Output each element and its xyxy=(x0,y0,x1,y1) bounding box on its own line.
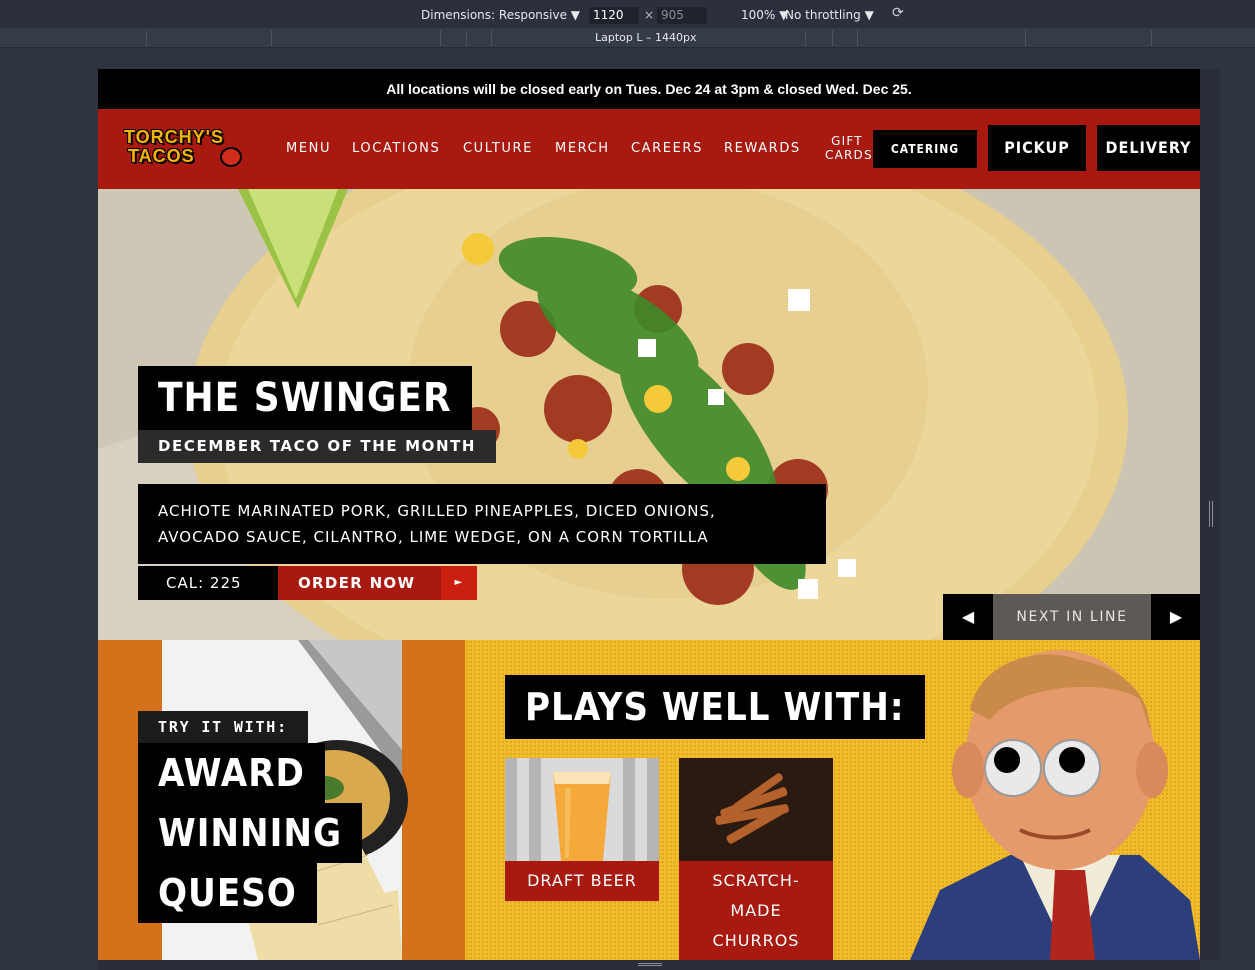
prev-slide-button[interactable]: ◀ xyxy=(943,594,993,640)
queso-title-line-2: WINNING xyxy=(138,803,363,863)
next-in-line-button[interactable]: NEXT IN LINE xyxy=(993,594,1151,640)
media-query-bar[interactable]: Laptop L – 1440px xyxy=(0,28,1255,48)
devil-icon xyxy=(220,147,242,167)
beer-photo xyxy=(505,758,659,861)
order-now-button[interactable]: ORDER NOW ► xyxy=(278,566,477,600)
nav-menu[interactable]: MENU xyxy=(286,141,331,156)
nav-careers[interactable]: CAREERS xyxy=(631,141,703,156)
play-arrow-icon: ► xyxy=(441,566,477,600)
churros-photo xyxy=(679,758,833,861)
hero-title: THE SWINGER xyxy=(138,366,472,430)
throttling-dropdown[interactable]: No throttling ▼ xyxy=(785,8,874,22)
dimension-separator: × xyxy=(644,8,655,22)
device-label: Laptop L – 1440px xyxy=(595,31,697,44)
googly-eyed-man-illustration xyxy=(910,650,1200,960)
height-input[interactable]: 905 xyxy=(657,7,707,24)
churros-caption-line-1: SCRATCH- xyxy=(712,871,800,890)
dimensions-dropdown[interactable]: Dimensions: Responsive ▼ xyxy=(421,8,580,22)
devtools-toolbar: Dimensions: Responsive ▼ 1120 × 905 100%… xyxy=(0,0,1255,28)
pickup-button[interactable]: PICKUP xyxy=(988,125,1086,171)
plays-well-panel: PLAYS WELL WITH: DRAFT BEER SCRATCH- MAD… xyxy=(465,640,1200,960)
rotate-icon[interactable]: ⟳ xyxy=(892,5,904,21)
delivery-button[interactable]: DELIVERY xyxy=(1097,125,1200,171)
zoom-dropdown[interactable]: 100% ▼ xyxy=(741,8,788,22)
width-input[interactable]: 1120 xyxy=(589,7,639,24)
order-now-label: ORDER NOW xyxy=(298,574,416,592)
hero-slide: THE SWINGER DECEMBER TACO OF THE MONTH A… xyxy=(98,189,1200,640)
pairing-churros[interactable]: SCRATCH- MADE CHURROS xyxy=(679,758,833,960)
nav-culture[interactable]: CULTURE xyxy=(463,141,533,156)
catering-button[interactable]: CATERING xyxy=(873,130,977,168)
churros-caption-line-3: CHURROS xyxy=(712,931,800,950)
hero-subtitle: DECEMBER TACO OF THE MONTH xyxy=(138,430,497,463)
resize-grip-icon xyxy=(1209,501,1213,527)
torchys-logo[interactable]: TORCHY'S TACOS xyxy=(124,127,252,169)
draft-beer-caption: DRAFT BEER xyxy=(505,861,659,901)
churros-caption-line-2: MADE xyxy=(730,901,782,920)
resize-grip-icon xyxy=(638,963,662,966)
nav-rewards[interactable]: REWARDS xyxy=(724,141,801,156)
try-it-panel: TRY IT WITH: AWARD WINNING QUESO xyxy=(98,640,465,960)
ruler-tick xyxy=(805,30,806,46)
next-slide-button[interactable]: ▶ xyxy=(1151,594,1200,640)
nav-locations[interactable]: LOCATIONS xyxy=(352,141,440,156)
ruler-tick xyxy=(857,30,858,46)
queso-title-line-1: AWARD xyxy=(138,743,325,803)
description-line-1: ACHIOTE MARINATED PORK, GRILLED PINEAPPL… xyxy=(158,502,716,520)
ruler-tick xyxy=(491,30,492,46)
plays-well-title: PLAYS WELL WITH: xyxy=(505,675,925,739)
nav-gift-cards[interactable]: GIFT CARDS xyxy=(825,134,872,162)
hero-description: ACHIOTE MARINATED PORK, GRILLED PINEAPPL… xyxy=(138,484,826,564)
viewport-resize-handle-bottom[interactable] xyxy=(98,960,1200,970)
pairings-section: TRY IT WITH: AWARD WINNING QUESO PLAYS W… xyxy=(98,640,1200,960)
main-nav: TORCHY'S TACOS MENU LOCATIONS CULTURE ME… xyxy=(98,109,1200,189)
logo-text-top: TORCHY'S xyxy=(124,127,224,147)
ruler-tick xyxy=(1025,30,1026,46)
queso-title-line-3: QUESO xyxy=(138,863,317,923)
ruler-tick xyxy=(1151,30,1152,46)
viewport-resize-handle-right[interactable] xyxy=(1200,69,1220,960)
ruler-tick xyxy=(466,30,467,46)
announcement-bar: All locations will be closed early on Tu… xyxy=(98,69,1200,109)
churros-caption: SCRATCH- MADE CHURROS xyxy=(679,861,833,960)
calories-label: CAL: 225 xyxy=(138,566,278,600)
ruler-tick xyxy=(832,30,833,46)
pairing-draft-beer[interactable]: DRAFT BEER xyxy=(505,758,659,901)
logo-text-bottom: TACOS xyxy=(128,146,195,166)
ruler-tick xyxy=(440,30,441,46)
ruler-tick xyxy=(146,30,147,46)
ruler-tick xyxy=(271,30,272,46)
nav-merch[interactable]: MERCH xyxy=(555,141,610,156)
try-it-label: TRY IT WITH: xyxy=(138,711,308,743)
page-viewport: All locations will be closed early on Tu… xyxy=(98,69,1200,960)
description-line-2: AVOCADO SAUCE, CILANTRO, LIME WEDGE, ON … xyxy=(158,528,709,546)
